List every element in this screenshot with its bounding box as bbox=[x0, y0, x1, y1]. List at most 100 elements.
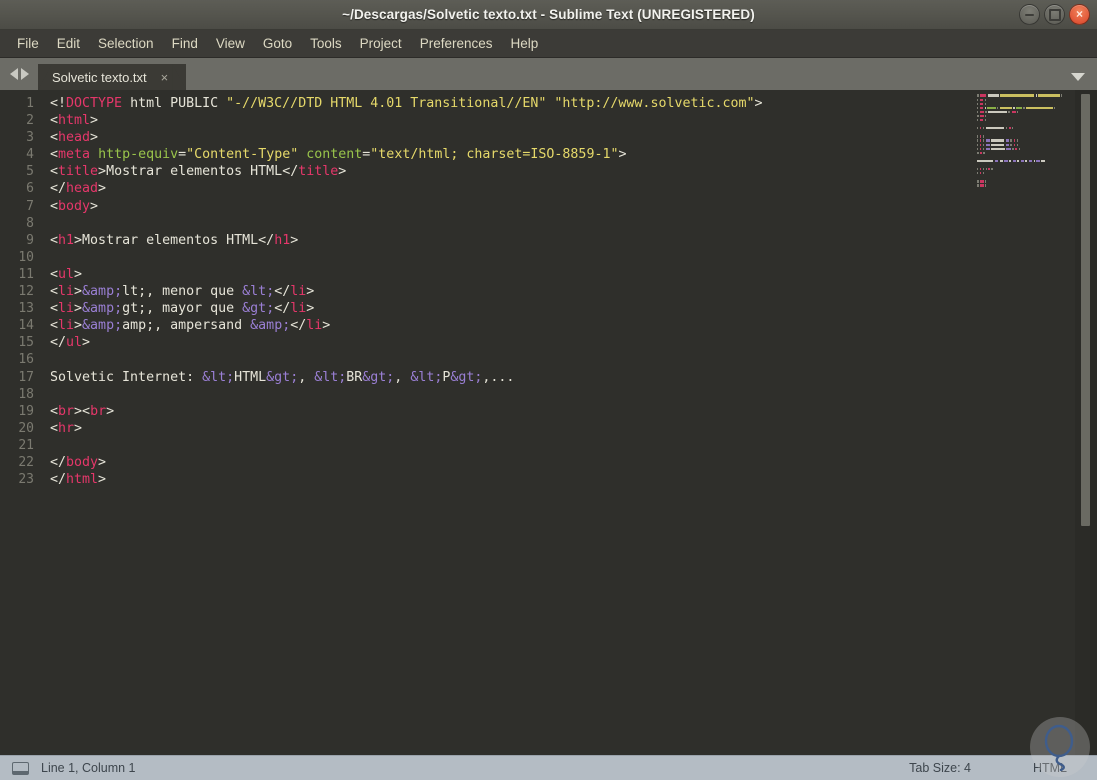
minimap-segment bbox=[1019, 148, 1020, 150]
code-token-tag: br bbox=[90, 404, 106, 419]
code-line: </head> bbox=[50, 180, 1097, 197]
chevron-right-icon[interactable] bbox=[21, 68, 29, 80]
code-token-punc: > bbox=[82, 335, 90, 350]
code-token-text: BR bbox=[346, 370, 362, 385]
code-token-entity: &amp; bbox=[82, 284, 122, 299]
code-line: <!DOCTYPE html PUBLIC "-//W3C//DTD HTML … bbox=[50, 95, 1097, 112]
menu-item-find[interactable]: Find bbox=[163, 33, 207, 54]
tab-solvetic-texto-txt[interactable]: Solvetic texto.txt × bbox=[38, 64, 186, 90]
code-token-str: "-//W3C//DTD HTML 4.01 Transitional//EN" bbox=[226, 96, 546, 111]
code-token-punc: < bbox=[82, 404, 90, 419]
code-token-tag: li bbox=[306, 318, 322, 333]
menu-item-tools[interactable]: Tools bbox=[301, 33, 351, 54]
code-line: <li>&amp;amp;, ampersand &amp;</li> bbox=[50, 317, 1097, 334]
minimap-line bbox=[977, 184, 1075, 187]
menu-item-edit[interactable]: Edit bbox=[48, 33, 89, 54]
minimap[interactable] bbox=[965, 90, 1075, 755]
minimap-segment bbox=[977, 144, 978, 146]
minimap-segment bbox=[1041, 160, 1044, 162]
minimap-segment bbox=[1017, 111, 1018, 113]
minimap-line bbox=[977, 114, 1075, 117]
menu-item-help[interactable]: Help bbox=[502, 33, 548, 54]
menu-item-view[interactable]: View bbox=[207, 33, 254, 54]
code-token-punc: > bbox=[90, 130, 98, 145]
minimap-segment bbox=[983, 127, 984, 129]
code-token-punc: </ bbox=[274, 301, 290, 316]
minimap-line bbox=[977, 168, 1075, 171]
minimap-segment bbox=[991, 168, 992, 170]
sublime-text-window: ~/Descargas/Solvetic texto.txt - Sublime… bbox=[0, 0, 1097, 780]
code-line: Solvetic Internet: &lt;HTML&gt;, &lt;BR&… bbox=[50, 369, 1097, 386]
code-token-text: html PUBLIC bbox=[122, 96, 226, 111]
minimap-segment bbox=[985, 111, 986, 113]
code-token-punc: > bbox=[74, 284, 82, 299]
chevron-left-icon[interactable] bbox=[10, 68, 18, 80]
vertical-scrollbar-track[interactable] bbox=[1075, 90, 1097, 755]
menu-item-selection[interactable]: Selection bbox=[89, 33, 163, 54]
code-token-tag: li bbox=[58, 301, 74, 316]
code-token-punc: < bbox=[50, 164, 58, 179]
code-token-tag: h1 bbox=[274, 233, 290, 248]
code-token-entity: &gt; bbox=[242, 301, 274, 316]
minimap-line bbox=[977, 102, 1075, 105]
minimap-segment bbox=[980, 103, 983, 105]
minimap-segment bbox=[985, 119, 986, 121]
line-number: 23 bbox=[0, 471, 42, 488]
chevron-down-icon[interactable] bbox=[1071, 73, 1085, 81]
code-line: <ul> bbox=[50, 266, 1097, 283]
cursor-position-label[interactable]: Line 1, Column 1 bbox=[41, 761, 136, 775]
minimap-segment bbox=[977, 99, 978, 101]
minimap-segment bbox=[1009, 160, 1011, 162]
line-number: 4 bbox=[0, 146, 42, 163]
line-number: 19 bbox=[0, 403, 42, 420]
code-token-entity: &gt; bbox=[362, 370, 394, 385]
minimap-segment bbox=[1010, 144, 1012, 146]
close-button[interactable]: × bbox=[1069, 4, 1090, 25]
code-token-punc: </ bbox=[50, 455, 66, 470]
code-token-text: Mostrar elementos HTML bbox=[106, 164, 282, 179]
minimap-segment bbox=[985, 103, 986, 105]
minimap-segment bbox=[977, 111, 978, 113]
minimap-segment bbox=[985, 99, 986, 101]
minimap-line bbox=[977, 151, 1075, 154]
menu-item-preferences[interactable]: Preferences bbox=[411, 33, 502, 54]
minimap-segment bbox=[997, 107, 998, 109]
code-token-text: ,... bbox=[482, 370, 514, 385]
code-token-punc: </ bbox=[274, 284, 290, 299]
code-token-text: , bbox=[298, 370, 314, 385]
minimap-line bbox=[977, 135, 1075, 138]
menu-item-project[interactable]: Project bbox=[351, 33, 411, 54]
tab-shape-left bbox=[38, 64, 52, 90]
tab-size-label[interactable]: Tab Size: 4 bbox=[909, 761, 971, 775]
tab-close-icon[interactable]: × bbox=[161, 71, 173, 84]
status-bar-right: Tab Size: 4 HTML bbox=[909, 761, 1097, 775]
window-controls: × bbox=[1019, 0, 1090, 29]
syntax-label[interactable]: HTML bbox=[1033, 761, 1067, 775]
maximize-button[interactable] bbox=[1044, 4, 1065, 25]
minimap-segment bbox=[1017, 160, 1019, 162]
minimap-segment bbox=[980, 152, 982, 154]
code-token-punc: > bbox=[306, 284, 314, 299]
code-line: <head> bbox=[50, 129, 1097, 146]
menu-item-file[interactable]: File bbox=[8, 33, 48, 54]
code-token-entity: &lt; bbox=[410, 370, 442, 385]
minimap-segment bbox=[1054, 107, 1055, 109]
minimap-segment bbox=[977, 139, 978, 141]
code-token-attr: http-equiv bbox=[98, 147, 178, 162]
minimap-segment bbox=[991, 139, 1004, 141]
minimap-segment bbox=[980, 107, 983, 109]
menu-item-goto[interactable]: Goto bbox=[254, 33, 301, 54]
vertical-scrollbar-thumb[interactable] bbox=[1081, 94, 1090, 526]
minimap-segment bbox=[980, 119, 983, 121]
code-token-punc: <! bbox=[50, 96, 66, 111]
code-token-entity: &lt; bbox=[242, 284, 274, 299]
code-content[interactable]: <!DOCTYPE html PUBLIC "-//W3C//DTD HTML … bbox=[42, 90, 1097, 755]
code-token-punc: > bbox=[74, 267, 82, 282]
code-line: <li>&amp;gt;, mayor que &gt;</li> bbox=[50, 300, 1097, 317]
code-token-punc: > bbox=[74, 233, 82, 248]
code-line bbox=[50, 249, 1097, 266]
code-line bbox=[50, 437, 1097, 454]
minimap-segment bbox=[991, 144, 1004, 146]
minimize-button[interactable] bbox=[1019, 4, 1040, 25]
line-number-gutter: 1234567891011121314151617181920212223 bbox=[0, 90, 42, 755]
